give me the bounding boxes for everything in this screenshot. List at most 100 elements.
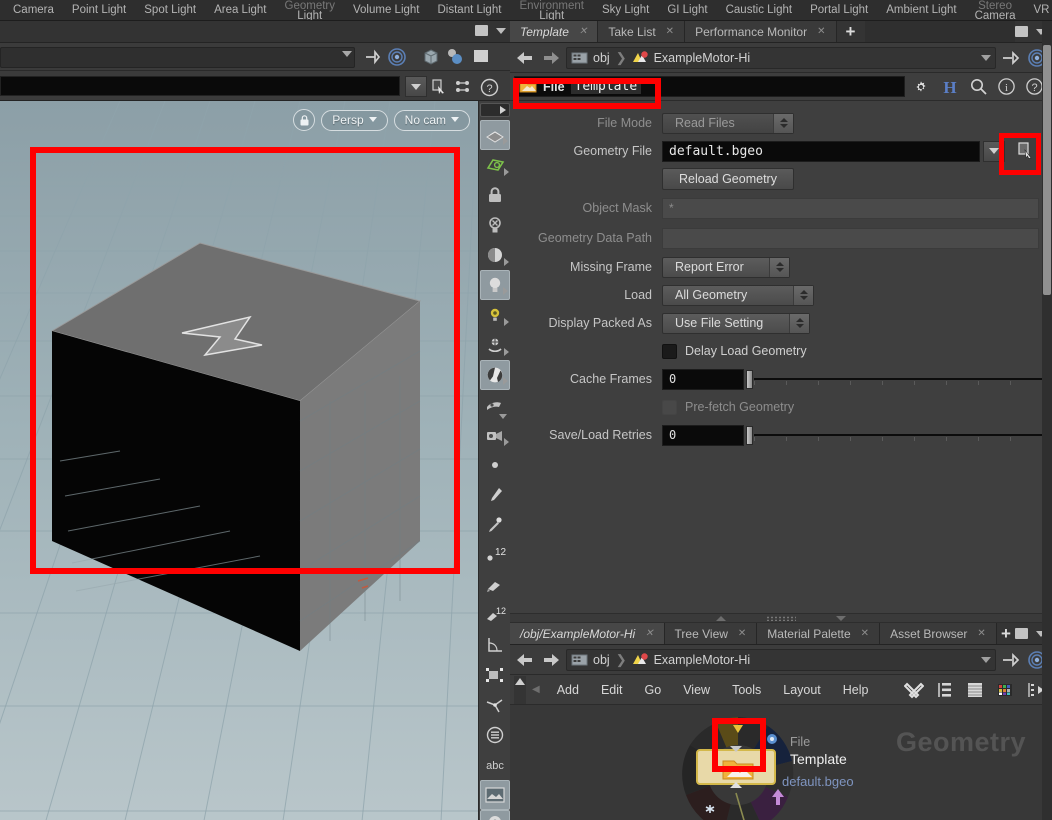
- forward-arrow-icon[interactable]: [540, 649, 562, 671]
- shelf-item-distant-light[interactable]: Distant Light: [429, 4, 511, 16]
- reload-geometry-button[interactable]: Reload Geometry: [662, 168, 794, 190]
- network-menu-layout[interactable]: Layout: [772, 683, 832, 697]
- shelf-item-point-light[interactable]: Point Light: [63, 4, 135, 16]
- missing-frame-dropdown[interactable]: Report Error: [662, 256, 790, 278]
- breadcrumb-node[interactable]: ExampleMotor-Hi: [631, 50, 753, 65]
- paint-icon[interactable]: [480, 570, 510, 600]
- close-icon[interactable]: ✕: [645, 628, 653, 639]
- viewport-view-mode-dropdown[interactable]: Persp: [321, 109, 388, 131]
- flyout-arrow-icon[interactable]: [504, 318, 509, 326]
- flyout-arrow-icon[interactable]: [504, 438, 509, 446]
- network-breadcrumb-node[interactable]: ExampleMotor-Hi: [631, 652, 753, 667]
- network-menu-tools[interactable]: Tools: [721, 683, 772, 697]
- back-arrow-icon[interactable]: [514, 649, 536, 671]
- flyout-arrow-icon[interactable]: [504, 168, 509, 176]
- tab-take-list[interactable]: Take List ✕: [598, 21, 686, 42]
- close-icon[interactable]: ✕: [666, 26, 674, 37]
- network-menu-view[interactable]: View: [672, 683, 721, 697]
- eyedropper-icon[interactable]: [480, 510, 510, 540]
- select-cursor-icon[interactable]: [428, 76, 450, 98]
- save-load-retries-slider[interactable]: [746, 425, 1045, 446]
- cube-display-icon[interactable]: [420, 46, 442, 68]
- chevron-down-icon[interactable]: [981, 54, 991, 61]
- shelf-item-volume-light[interactable]: Volume Light: [344, 4, 429, 16]
- shelf-item-sky-light[interactable]: Sky Light: [593, 4, 658, 16]
- slider-handle[interactable]: [746, 425, 753, 445]
- shelf-item-spot-light[interactable]: Spot Light: [135, 4, 205, 16]
- shelf-item-geometry-light[interactable]: Geometry Light: [276, 0, 345, 20]
- select-polygon-icon[interactable]: [480, 150, 510, 180]
- pin-icon[interactable]: [1000, 47, 1022, 69]
- breadcrumb-obj[interactable]: obj: [571, 51, 612, 65]
- file-mode-dropdown[interactable]: Read Files: [662, 112, 794, 134]
- spinner-icon[interactable]: [789, 313, 809, 333]
- cache-frames-input[interactable]: 0: [662, 368, 744, 390]
- flyout-arrow-icon[interactable]: [504, 258, 509, 266]
- tab-asset-browser[interactable]: Asset Browser ✕: [880, 623, 997, 644]
- handle-icon[interactable]: [480, 330, 510, 360]
- network-editor-canvas[interactable]: Geometry i: [510, 705, 1052, 820]
- tab-template[interactable]: Template ✕: [510, 21, 599, 42]
- close-icon[interactable]: ✕: [817, 26, 825, 37]
- add-tab-button[interactable]: +: [836, 21, 865, 42]
- shelf-item-caustic-light[interactable]: Caustic Light: [717, 4, 801, 16]
- image-icon[interactable]: [480, 780, 510, 810]
- small-bulb-icon[interactable]: [480, 300, 510, 330]
- shelf-item-vr-camera[interactable]: VR Camera: [1025, 4, 1052, 16]
- splitter-collapse-down-icon[interactable]: [836, 615, 846, 621]
- material-ball-icon[interactable]: [480, 360, 510, 390]
- flyout-arrow-icon[interactable]: [504, 348, 509, 356]
- brush-icon[interactable]: [480, 480, 510, 510]
- close-icon[interactable]: ✕: [861, 628, 869, 639]
- flyout-arrow-icon[interactable]: [499, 414, 507, 419]
- shelf-item-portal-light[interactable]: Portal Light: [801, 4, 877, 16]
- geometry-data-path-input[interactable]: [662, 227, 1039, 249]
- maximize-pane-icon[interactable]: [1015, 628, 1028, 639]
- target-icon[interactable]: [386, 46, 408, 68]
- layers-icon[interactable]: [480, 720, 510, 750]
- camera-lock-icon[interactable]: [480, 420, 510, 450]
- bounding-box-icon[interactable]: [480, 660, 510, 690]
- light-bulb-icon[interactable]: [480, 270, 510, 300]
- viewport-3d[interactable]: Persp No cam: [0, 101, 478, 820]
- flat-shade-icon[interactable]: [470, 46, 492, 68]
- viewport-camera-dropdown[interactable]: No cam: [393, 109, 470, 131]
- close-icon[interactable]: ✕: [977, 628, 985, 639]
- object-mask-input[interactable]: *: [662, 197, 1039, 219]
- layers-icon[interactable]: [966, 681, 984, 699]
- point-icon[interactable]: [480, 450, 510, 480]
- pane-splitter[interactable]: [510, 613, 1052, 623]
- selection-mode-icon[interactable]: [452, 76, 474, 98]
- vertical-scrollbar[interactable]: [1042, 21, 1052, 820]
- pin-icon[interactable]: [1000, 649, 1022, 671]
- flyout-arrow-icon[interactable]: [503, 287, 508, 295]
- search-icon[interactable]: [969, 77, 988, 96]
- node-name-field[interactable]: File Template: [514, 76, 905, 97]
- display-packed-as-dropdown[interactable]: Use File Setting: [662, 312, 810, 334]
- menu-scroll-left-icon[interactable]: ◀: [526, 684, 546, 695]
- tab-network-obj[interactable]: /obj/ExampleMotor-Hi ✕: [510, 623, 665, 644]
- network-scroll-up-icon[interactable]: [514, 675, 526, 704]
- chevron-down-icon[interactable]: [405, 76, 427, 97]
- xray-bulb-icon[interactable]: [480, 210, 510, 240]
- list-icon[interactable]: [936, 681, 954, 699]
- network-menu-add[interactable]: Add: [546, 683, 590, 697]
- flyout-arrow-icon[interactable]: [503, 377, 508, 385]
- back-arrow-icon[interactable]: [514, 47, 536, 69]
- network-menu-help[interactable]: Help: [832, 683, 880, 697]
- spinner-icon[interactable]: [769, 257, 789, 277]
- shelf-item-camera[interactable]: Camera: [4, 4, 63, 16]
- file-chooser-button[interactable]: [1011, 139, 1041, 163]
- maximize-pane-icon[interactable]: [475, 25, 488, 36]
- network-node-template[interactable]: [696, 746, 776, 788]
- gear-icon[interactable]: [911, 77, 931, 97]
- shelf-item-gi-light[interactable]: GI Light: [658, 4, 716, 16]
- forward-arrow-icon[interactable]: [540, 47, 562, 69]
- tab-performance-monitor[interactable]: Performance Monitor ✕: [685, 21, 837, 42]
- node-name-value[interactable]: Template: [570, 79, 642, 94]
- view-layout-icon[interactable]: [480, 120, 510, 150]
- network-breadcrumb[interactable]: obj ❯ ExampleMotor-Hi: [566, 648, 996, 671]
- splitter-collapse-up-icon[interactable]: [716, 615, 726, 621]
- info-icon[interactable]: i: [997, 77, 1016, 96]
- save-load-retries-input[interactable]: 0: [662, 424, 744, 446]
